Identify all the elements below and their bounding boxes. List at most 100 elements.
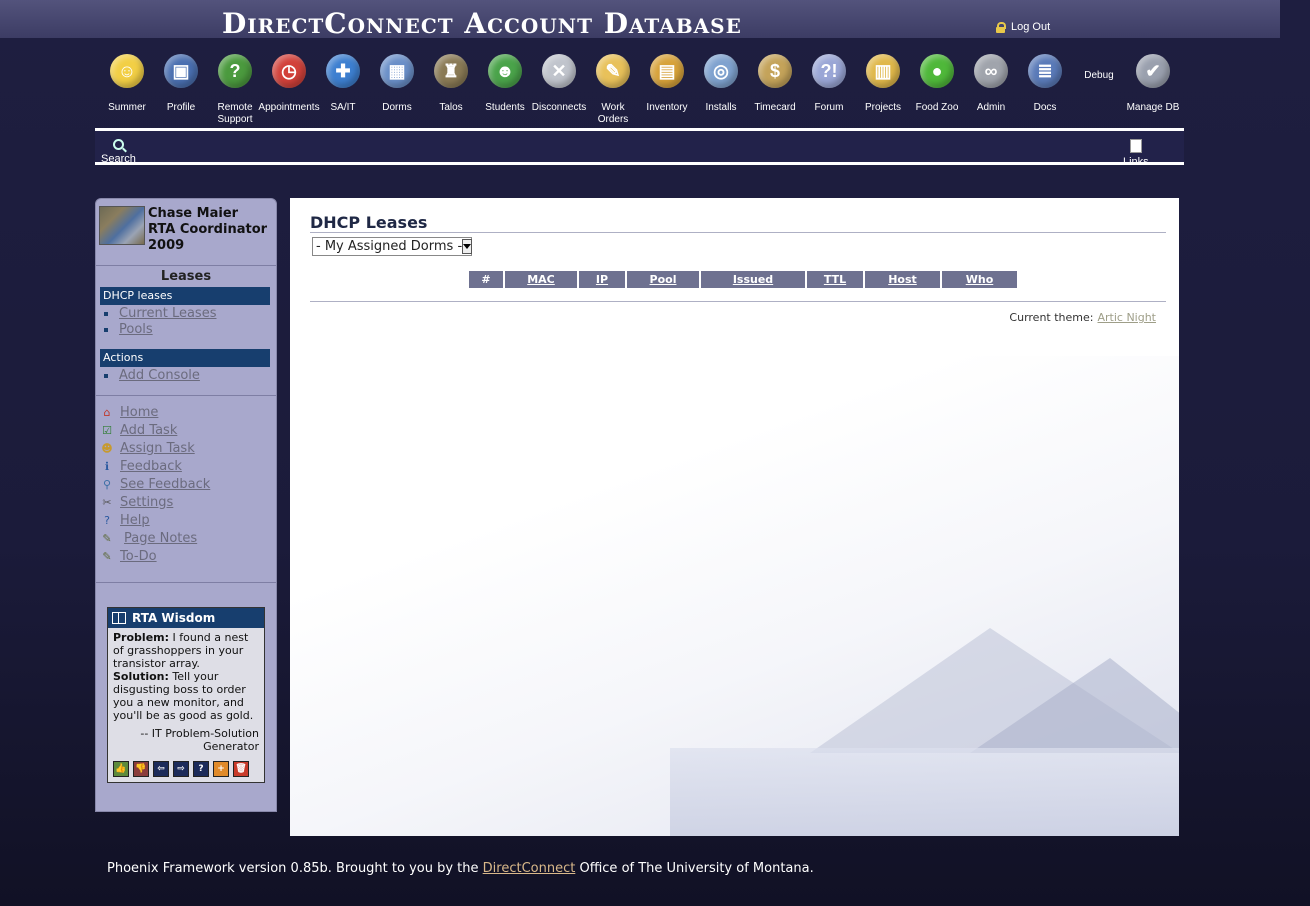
- column-header: IP: [578, 271, 627, 288]
- nav-debug[interactable]: Debug: [1072, 52, 1126, 130]
- column-header: MAC: [504, 271, 579, 288]
- sidebar: Chase Maier RTA Coordinator 2009 Leases …: [95, 198, 277, 812]
- nav-work-orders[interactable]: ✎ Work Orders: [586, 52, 640, 130]
- nav-appointments[interactable]: ◷ Appointments: [258, 52, 320, 130]
- quick-link-page-notes[interactable]: Page Notes: [124, 531, 197, 546]
- quick-link-add-task[interactable]: Add Task: [120, 423, 177, 438]
- disconnect-cable-icon: ✕: [542, 54, 576, 88]
- nav-installs[interactable]: ◎ Installs: [694, 52, 748, 130]
- thumbs-down-button[interactable]: 👎: [133, 761, 149, 777]
- plus-icon: +: [217, 764, 225, 774]
- nav-label: Disconnects: [531, 102, 587, 113]
- logout-link[interactable]: Log Out: [996, 21, 1050, 33]
- list-item: Pools: [104, 322, 216, 338]
- wisdom-buttons: 👍 👎 ⇦ ⇨? + 🗑: [113, 761, 249, 777]
- directconnect-link[interactable]: DirectConnect: [483, 861, 576, 876]
- chevron-down-icon[interactable]: [462, 239, 473, 254]
- nav-label: Appointments: [258, 102, 320, 113]
- theme-label: Current theme:: [1009, 311, 1094, 324]
- sort-column-host[interactable]: Host: [888, 273, 917, 286]
- quick-link-row: ✂ Settings: [100, 493, 210, 511]
- dhcp-link[interactable]: Current Leases: [119, 306, 216, 322]
- dorm-select[interactable]: - My Assigned Dorms -: [312, 237, 473, 256]
- search-link[interactable]: Search: [101, 139, 136, 165]
- nav-docs[interactable]: ≣ Docs: [1018, 52, 1072, 130]
- sort-column-issued[interactable]: Issued: [733, 273, 773, 286]
- quick-link-assign-task[interactable]: Assign Task: [120, 441, 195, 456]
- nav-label: Food Zoo: [915, 102, 959, 113]
- search-label: Search: [101, 153, 136, 165]
- next-button[interactable]: ⇨: [173, 761, 189, 777]
- content-divider: [310, 301, 1166, 302]
- profile-card-icon: ▣: [164, 54, 198, 88]
- nav-profile[interactable]: ▣ Profile: [154, 52, 208, 130]
- nav-label: Dorms: [382, 102, 412, 113]
- action-link[interactable]: Add Console: [119, 368, 200, 384]
- nav-label: Installs: [705, 102, 737, 113]
- quick-link-help[interactable]: Help: [120, 513, 150, 528]
- quick-link-to-do[interactable]: To-Do: [120, 549, 157, 564]
- pinned-note-icon: ✎: [596, 54, 630, 88]
- quick-link-row: ✎ To-Do: [100, 547, 210, 565]
- wisdom-title: RTA Wisdom: [132, 611, 216, 625]
- nav-inventory[interactable]: ▤ Inventory: [640, 52, 694, 130]
- tools-icon: ✂: [102, 495, 112, 509]
- nav-forum[interactable]: ?! Forum: [802, 52, 856, 130]
- bullet-icon: [104, 328, 108, 332]
- sort-column-who[interactable]: Who: [966, 273, 994, 286]
- solution-label: Solution:: [113, 670, 169, 683]
- delete-button[interactable]: 🗑: [233, 761, 249, 777]
- notepad-check-icon: ✎: [102, 549, 112, 563]
- quick-link-row: ⚲ See Feedback: [100, 475, 210, 493]
- nav-talos[interactable]: ♜ Talos: [424, 52, 478, 130]
- quick-link-row: ☻ Assign Task: [100, 439, 210, 457]
- quick-link-row: ? Help: [100, 511, 210, 529]
- thumbs-up-icon: 👍: [115, 764, 127, 774]
- book-icon: [112, 612, 126, 624]
- thumbs-up-button[interactable]: 👍: [113, 761, 129, 777]
- sort-column-mac[interactable]: MAC: [527, 273, 555, 286]
- assign-person-icon: ☻: [101, 441, 113, 455]
- links-link[interactable]: Links: [1123, 139, 1149, 162]
- handcuffs-icon: ∞: [974, 54, 1008, 88]
- apple-icon: ●: [920, 54, 954, 88]
- thumbs-down-icon: 👎: [135, 764, 147, 774]
- nav-label: Timecard: [754, 102, 796, 113]
- quick-link-settings[interactable]: Settings: [120, 495, 173, 510]
- nav-sa-it[interactable]: ✚ SA/IT: [316, 52, 370, 130]
- question-icon: ?: [198, 764, 204, 774]
- sunglasses-face-icon: ☺: [110, 54, 144, 88]
- nav-projects[interactable]: ▥ Projects: [856, 52, 910, 130]
- previous-button[interactable]: ⇦: [153, 761, 169, 777]
- sort-column-ttl[interactable]: TTL: [824, 273, 846, 286]
- nav-label: Debug: [1084, 70, 1114, 81]
- nav-disconnects[interactable]: ✕ Disconnects: [532, 52, 586, 130]
- avatar: [99, 206, 145, 245]
- nav-manage-db[interactable]: ✔ Manage DB: [1126, 52, 1180, 130]
- nav-dorms[interactable]: ▦ Dorms: [370, 52, 424, 130]
- help-button[interactable]: ?: [193, 761, 209, 777]
- dhcp-link[interactable]: Pools: [119, 322, 153, 338]
- nav-admin[interactable]: ∞ Admin: [964, 52, 1018, 130]
- nav-summer[interactable]: ☺ Summer: [100, 52, 154, 130]
- trash-icon: 🗑: [235, 764, 247, 774]
- user-profile: Chase Maier RTA Coordinator 2009: [99, 206, 267, 254]
- add-button[interactable]: +: [213, 761, 229, 777]
- nav-label: Forum: [814, 102, 844, 113]
- sort-column-pool[interactable]: Pool: [650, 273, 677, 286]
- theme-indicator: Current theme: Artic Night: [1009, 311, 1156, 324]
- nav-timecard[interactable]: $ Timecard: [748, 52, 802, 130]
- quick-link-see-feedback[interactable]: See Feedback: [120, 477, 210, 492]
- nav-remote-support[interactable]: ? Remote Support: [208, 52, 262, 130]
- nav-students[interactable]: ☻ Students: [478, 52, 532, 130]
- quick-link-feedback[interactable]: Feedback: [120, 459, 182, 474]
- nav-label: Profile: [166, 102, 196, 113]
- theme-link[interactable]: Artic Night: [1097, 311, 1156, 324]
- sort-column-ip[interactable]: IP: [596, 273, 608, 286]
- quick-link-row: ℹ Feedback: [100, 457, 210, 475]
- quick-link-home[interactable]: Home: [120, 405, 158, 420]
- top-bar: DirectConnect Account Database Log Out: [0, 0, 1280, 40]
- user-year: 2009: [148, 238, 185, 253]
- nav-food-zoo[interactable]: ● Food Zoo: [910, 52, 964, 130]
- title-divider: [310, 232, 1166, 233]
